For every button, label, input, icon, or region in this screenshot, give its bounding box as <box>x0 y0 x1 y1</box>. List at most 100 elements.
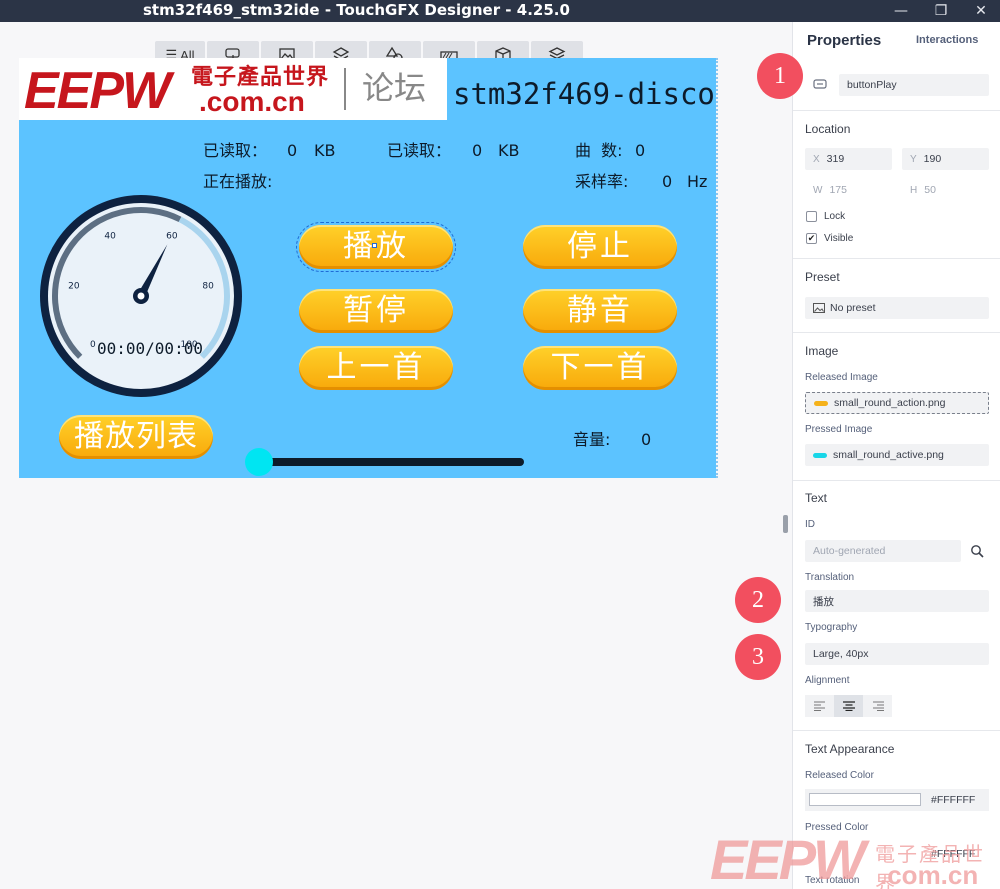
align-left-icon <box>813 701 825 711</box>
widget-name-field[interactable]: buttonPlay <box>839 74 989 96</box>
align-center-icon <box>842 701 855 711</box>
now-playing-label: 正在播放: <box>203 172 273 191</box>
previous-track-label: 上一首 <box>326 350 426 385</box>
width-field-label: W <box>813 184 823 196</box>
volume-label: 音量: <box>573 430 611 449</box>
canvas-scroll-handle[interactable] <box>783 515 788 533</box>
annotation-marker-3: 3 <box>735 634 781 680</box>
typography-field[interactable]: Large, 40px <box>805 643 989 665</box>
pause-button[interactable]: 暂停 <box>299 289 453 333</box>
lock-label: Lock <box>824 211 846 222</box>
released-color-swatch[interactable] <box>809 793 921 806</box>
lock-checkbox[interactable] <box>806 211 817 222</box>
mute-button[interactable]: 静音 <box>523 289 677 333</box>
released-image-label: Released Image <box>805 372 878 383</box>
text-rotation-label: Text rotation <box>805 875 860 886</box>
text-id-label: ID <box>805 519 815 530</box>
released-color-picker[interactable]: #FFFFFF <box>805 789 989 811</box>
annotation-marker-1: 1 <box>757 53 803 99</box>
text-id-input[interactable]: Auto-generated <box>805 540 961 562</box>
pressed-image-value: small_round_active.png <box>833 449 944 461</box>
gauge-tick-label: 0 <box>90 340 96 350</box>
divider <box>793 730 1000 731</box>
pressed-image-field[interactable]: small_round_active.png <box>805 444 989 466</box>
location-section-title: Location <box>805 122 851 136</box>
align-left-button[interactable] <box>805 695 834 717</box>
text-id-search-button[interactable] <box>965 540 989 562</box>
pressed-image-swatch <box>813 452 827 458</box>
play-button[interactable]: 播放 <box>296 222 456 272</box>
released-image-field[interactable]: small_round_action.png <box>805 392 989 414</box>
alignment-buttons <box>805 695 892 717</box>
time-readout: 00:00/00:00 <box>97 339 203 358</box>
mute-button-label: 静音 <box>567 293 633 328</box>
selection-handle[interactable] <box>372 243 377 248</box>
released-color-value: #FFFFFF <box>931 794 976 806</box>
next-track-button[interactable]: 下一首 <box>523 346 677 390</box>
preset-selector[interactable]: No preset <box>805 297 989 319</box>
align-center-button[interactable] <box>834 695 863 717</box>
translation-field[interactable]: 播放 <box>805 590 989 612</box>
progress-gauge: 02040 6080100 <box>40 195 242 397</box>
screen-boundary <box>715 58 718 478</box>
playlist-button[interactable]: 播放列表 <box>59 415 213 459</box>
close-button[interactable]: ✕ <box>966 0 996 22</box>
gauge-tick-label: 40 <box>104 231 116 241</box>
x-field-label: X <box>813 153 820 165</box>
tab-interactions[interactable]: Interactions <box>916 34 978 46</box>
volume-value: 0 <box>641 430 652 449</box>
align-right-button[interactable] <box>863 695 892 717</box>
eepw-logo: EEPW <box>24 62 171 120</box>
divider <box>793 332 1000 333</box>
read1-unit: KB <box>314 141 336 160</box>
sample-rate-label: 采样率: <box>575 172 629 191</box>
released-image-swatch <box>814 400 828 406</box>
design-canvas[interactable]: ☰ All EEPW 電子產品世界 .com.cn 论坛 stm32f469-d… <box>0 22 792 889</box>
button-widget-icon <box>813 79 827 89</box>
divider <box>793 480 1000 481</box>
height-field-label: H <box>910 184 918 196</box>
tab-properties[interactable]: Properties <box>807 32 881 49</box>
preset-section-title: Preset <box>805 270 840 284</box>
width-field: W 175 <box>805 179 892 201</box>
tracks-label: 曲 数: <box>575 141 623 160</box>
text-appearance-section-title: Text Appearance <box>805 742 895 756</box>
sample-rate-unit: Hz <box>687 172 708 191</box>
panel-tabs: Properties Interactions <box>793 22 1000 62</box>
image-section-title: Image <box>805 344 839 358</box>
previous-track-button[interactable]: 上一首 <box>299 346 453 390</box>
maximize-button[interactable]: ❐ <box>926 0 956 22</box>
gauge-hub-center <box>137 292 145 300</box>
gauge-tick-label: 80 <box>202 281 214 291</box>
read2-value: 0 <box>472 141 483 160</box>
device-screen: EEPW 電子產品世界 .com.cn 论坛 stm32f469-disco 已… <box>19 58 716 478</box>
released-color-label: Released Color <box>805 770 874 781</box>
tracks-value: 0 <box>635 141 646 160</box>
x-field[interactable]: X 319 <box>805 148 892 170</box>
y-field-value: 190 <box>923 153 942 165</box>
properties-panel: Properties Interactions buttonPlay Locat… <box>792 22 1000 889</box>
gauge-tick-label: 20 <box>68 281 80 291</box>
title-bar: stm32f469_stm32ide - TouchGFX Designer -… <box>0 0 1000 22</box>
read1-value: 0 <box>287 141 298 160</box>
translation-label: Translation <box>805 572 855 583</box>
stop-button-label: 停止 <box>567 229 633 264</box>
minimize-button[interactable]: — <box>886 0 916 22</box>
checkmark-icon: ✔ <box>807 233 816 243</box>
forum-label: 论坛 <box>362 69 427 107</box>
x-field-value: 319 <box>826 153 845 165</box>
pressed-color-value: #FFFFFF <box>931 848 976 860</box>
pressed-color-label: Pressed Color <box>805 822 869 833</box>
visible-checkbox[interactable]: ✔ <box>806 233 817 244</box>
volume-slider-track[interactable] <box>259 458 524 466</box>
sample-rate-value: 0 <box>662 172 673 191</box>
volume-slider-thumb[interactable] <box>245 448 273 476</box>
image-icon <box>813 303 825 313</box>
window-title: stm32f469_stm32ide - TouchGFX Designer -… <box>143 1 570 19</box>
width-field-value: 175 <box>829 184 847 196</box>
visible-label: Visible <box>824 233 854 244</box>
divider <box>793 258 1000 259</box>
y-field[interactable]: Y 190 <box>902 148 989 170</box>
stop-button[interactable]: 停止 <box>523 225 677 269</box>
height-field: H 50 <box>902 179 989 201</box>
